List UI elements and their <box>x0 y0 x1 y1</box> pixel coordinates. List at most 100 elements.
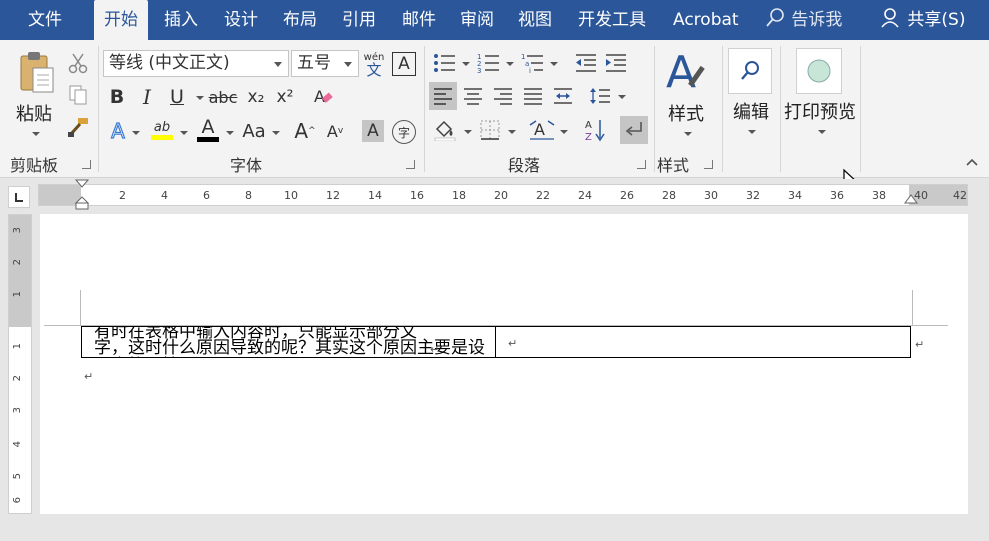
change-case-button[interactable]: Aa <box>238 118 270 144</box>
align-left-icon[interactable] <box>429 82 457 110</box>
font-color-button[interactable]: A <box>194 114 222 144</box>
styles-dropdown-icon[interactable] <box>684 132 692 136</box>
copy-icon[interactable] <box>64 82 92 108</box>
horizontal-ruler[interactable]: 2 4 6 8 10 12 14 16 18 20 22 24 26 28 30… <box>38 179 968 210</box>
ribbon-tab-bar: 文件 开始 插入 设计 布局 引用 邮件 审阅 视图 开发工具 Acrobat … <box>0 0 989 42</box>
sort-icon[interactable]: AZ <box>582 116 608 144</box>
separator <box>860 46 861 172</box>
underline-button[interactable]: U <box>166 84 188 110</box>
tab-review[interactable]: 审阅 <box>450 0 504 40</box>
collapse-ribbon-icon[interactable] <box>962 154 982 170</box>
multilevel-list-icon[interactable]: 1ai <box>518 50 548 76</box>
show-hide-marks-icon[interactable] <box>620 116 648 144</box>
clear-formatting-icon[interactable]: A <box>310 84 336 110</box>
highlight-button[interactable]: ab <box>148 116 176 144</box>
share-button[interactable]: 共享(S) <box>880 0 965 40</box>
italic-button[interactable]: I <box>136 84 158 110</box>
borders-dropdown-icon[interactable] <box>508 130 516 134</box>
styles-label[interactable]: 样式 <box>668 100 704 126</box>
print-preview-dropdown-icon[interactable] <box>818 130 826 134</box>
underline-dropdown-icon[interactable] <box>196 96 204 100</box>
ribbon: 粘贴 剪贴板 等线 (中文正文) 五号 wén 文 A B I U abc x₂… <box>0 40 989 193</box>
ruler-tick: 1 <box>12 291 23 298</box>
strikethrough-button[interactable]: abc <box>207 84 239 110</box>
text-effects-button[interactable]: A <box>106 118 130 144</box>
tab-layout[interactable]: 布局 <box>273 0 327 40</box>
multilevel-dropdown-icon[interactable] <box>550 62 558 66</box>
chevron-down-icon[interactable] <box>274 62 282 67</box>
clipboard-launcher-icon[interactable] <box>82 160 91 169</box>
svg-text:A: A <box>666 47 696 97</box>
bullets-icon[interactable] <box>430 50 460 76</box>
bullets-dropdown-icon[interactable] <box>462 62 470 66</box>
text-direction-icon[interactable]: A <box>526 116 558 144</box>
tab-view[interactable]: 视图 <box>508 0 562 40</box>
tab-home[interactable]: 开始 <box>94 0 148 42</box>
character-border-button[interactable]: A <box>392 52 416 76</box>
font-name-combo[interactable]: 等线 (中文正文) <box>103 50 289 77</box>
decrease-indent-icon[interactable] <box>572 50 600 76</box>
print-preview-icon[interactable] <box>796 48 842 94</box>
text-effects-dropdown-icon[interactable] <box>132 131 140 135</box>
subscript-button[interactable]: x₂ <box>243 84 269 110</box>
tab-acrobat[interactable]: Acrobat <box>663 0 749 40</box>
ruler-tick: 4 <box>161 189 168 202</box>
tab-references[interactable]: 引用 <box>332 0 386 40</box>
tab-mailings[interactable]: 邮件 <box>392 0 446 40</box>
font-launcher-icon[interactable] <box>406 160 415 169</box>
superscript-button[interactable]: x² <box>272 84 298 110</box>
ruler-tick: 42 <box>953 189 967 202</box>
table-cell[interactable]: ↵ <box>495 326 911 358</box>
phonetic-guide-button[interactable]: wén 文 <box>362 48 386 80</box>
enclose-characters-button[interactable]: 字 <box>392 120 416 144</box>
tab-file[interactable]: 文件 <box>18 0 72 40</box>
align-center-icon[interactable] <box>459 82 487 110</box>
text-direction-dropdown-icon[interactable] <box>560 130 568 134</box>
table-cell[interactable]: 有时在表格中输入内容时，只能显示部分文 字，这时什么原因导致的呢？其实这个原因主… <box>81 326 496 358</box>
editing-dropdown-icon[interactable] <box>748 130 756 134</box>
paste-dropdown-icon[interactable] <box>32 132 40 136</box>
paste-label[interactable]: 粘贴 <box>16 100 52 126</box>
tab-developer[interactable]: 开发工具 <box>568 0 656 40</box>
tab-design[interactable]: 设计 <box>214 0 268 40</box>
shrink-font-button[interactable]: Av <box>322 118 348 144</box>
character-shading-button[interactable]: A <box>362 120 384 142</box>
grow-font-button[interactable]: A ^ <box>292 118 318 144</box>
print-preview-label[interactable]: 打印预览 <box>784 98 856 124</box>
increase-indent-icon[interactable] <box>602 50 630 76</box>
justify-icon[interactable] <box>519 82 547 110</box>
vertical-scrollbar[interactable] <box>968 214 989 541</box>
cut-icon[interactable] <box>64 50 92 76</box>
indent-marker-icon[interactable] <box>75 179 89 211</box>
font-color-dropdown-icon[interactable] <box>226 131 234 135</box>
line-spacing-dropdown-icon[interactable] <box>618 95 626 99</box>
line-spacing-icon[interactable] <box>586 82 614 110</box>
right-indent-marker-icon[interactable] <box>904 193 918 207</box>
vertical-ruler[interactable]: 3 2 1 1 2 3 4 5 6 <box>8 214 32 514</box>
font-group-label: 字体 <box>230 156 263 175</box>
styles-icon[interactable]: A <box>664 46 710 98</box>
distributed-icon[interactable] <box>549 82 577 110</box>
numbering-icon[interactable]: 123 <box>474 50 504 76</box>
chevron-down-icon[interactable] <box>344 62 352 67</box>
document-page[interactable]: 有时在表格中输入内容时，只能显示部分文 字，这时什么原因导致的呢？其实这个原因主… <box>40 214 968 514</box>
tab-selector-icon[interactable] <box>8 186 30 208</box>
find-icon[interactable] <box>728 48 772 94</box>
paragraph-launcher-icon[interactable] <box>637 160 646 169</box>
editing-label[interactable]: 编辑 <box>733 98 769 124</box>
styles-launcher-icon[interactable] <box>704 160 713 169</box>
format-painter-icon[interactable] <box>64 114 92 140</box>
tell-me-box[interactable]: 告诉我 <box>764 0 842 40</box>
bold-button[interactable]: B <box>106 84 128 110</box>
tab-insert[interactable]: 插入 <box>154 0 208 40</box>
clipboard-group-label: 剪贴板 <box>10 156 59 175</box>
highlight-dropdown-icon[interactable] <box>180 131 188 135</box>
align-right-icon[interactable] <box>489 82 517 110</box>
paste-icon[interactable] <box>14 48 60 98</box>
shading-dropdown-icon[interactable] <box>464 130 472 134</box>
borders-icon[interactable] <box>476 116 504 144</box>
shading-icon[interactable] <box>430 116 460 144</box>
numbering-dropdown-icon[interactable] <box>506 62 514 66</box>
font-size-combo[interactable]: 五号 <box>291 50 359 77</box>
change-case-dropdown-icon[interactable] <box>272 131 280 135</box>
